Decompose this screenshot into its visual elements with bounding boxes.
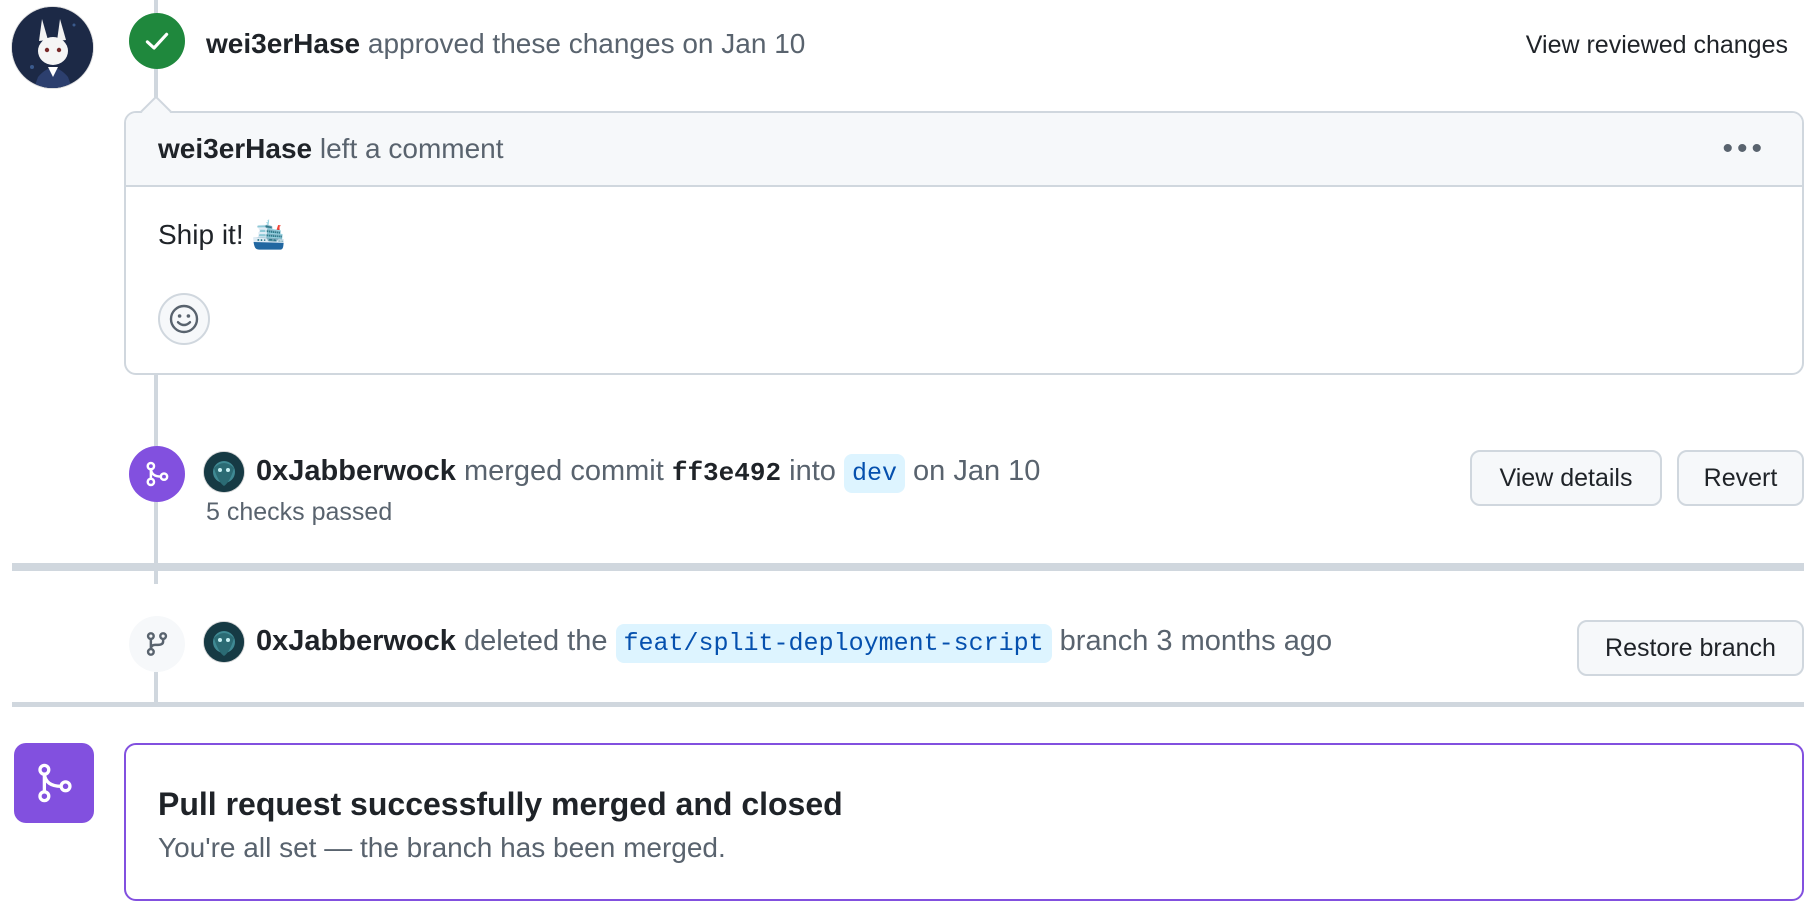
comment-action: left a comment: [319, 133, 504, 164]
merge-summary: 0xJabberwock merged commit ff3e492 into …: [256, 452, 1040, 493]
merge-action: merged commit: [463, 455, 664, 487]
timeline-line-middle: [154, 375, 158, 446]
kebab-icon[interactable]: •••: [1722, 134, 1766, 164]
delete-action: deleted the: [463, 625, 608, 657]
deleted-branch[interactable]: feat/split-deployment-script: [615, 624, 1052, 663]
timeline-line-bottom: [154, 672, 158, 702]
comment-header: wei3erHase left a comment •••: [126, 113, 1802, 187]
view-details-button[interactable]: View details: [1470, 450, 1662, 506]
check-icon: [145, 32, 169, 50]
merger-name[interactable]: 0xJabberwock: [256, 455, 456, 487]
delete-time: branch 3 months ago: [1059, 625, 1333, 657]
section-divider-lower: [12, 702, 1804, 707]
review-summary: wei3erHase approved these changes on Jan…: [206, 26, 805, 62]
target-branch[interactable]: dev: [843, 454, 905, 493]
git-merge-icon: [38, 763, 72, 803]
restore-branch-button[interactable]: Restore branch: [1577, 620, 1804, 676]
view-reviewed-changes-link[interactable]: View reviewed changes: [1526, 28, 1788, 62]
merge-date: on Jan 10: [913, 455, 1041, 487]
reviewer-name[interactable]: wei3erHase: [206, 28, 360, 59]
merged-status-icon: [14, 743, 94, 823]
merged-badge: [129, 446, 185, 502]
revert-button[interactable]: Revert: [1677, 450, 1804, 506]
merged-status-title: Pull request successfully merged and clo…: [158, 786, 843, 822]
comment-body: Ship it! 🛳️: [158, 217, 286, 253]
approved-badge: [129, 13, 185, 69]
merge-into-text: into: [789, 455, 836, 487]
branch-badge: [129, 616, 185, 672]
comment-text: Ship it!: [158, 219, 244, 250]
review-comment: wei3erHase left a comment ••• Ship it! 🛳…: [124, 111, 1804, 375]
timeline-line-top: [154, 0, 158, 13]
git-branch-icon: [146, 632, 168, 656]
ship-emoji: 🛳️: [251, 219, 287, 250]
add-reaction-button[interactable]: [158, 293, 210, 345]
deleter-name[interactable]: 0xJabberwock: [256, 625, 456, 657]
timeline-line-lower: [154, 502, 158, 584]
reviewer-avatar[interactable]: [12, 7, 93, 88]
merged-status-box: Pull request successfully merged and clo…: [124, 743, 1804, 901]
merged-status-subtitle: You're all set — the branch has been mer…: [158, 832, 726, 863]
smiley-icon: [169, 304, 199, 334]
merger-avatar[interactable]: [204, 452, 244, 492]
section-divider: [12, 563, 1804, 571]
checks-status-link[interactable]: 5 checks passed: [206, 496, 392, 528]
commit-sha-link[interactable]: ff3e492: [672, 458, 781, 488]
git-merge-icon: [146, 461, 169, 487]
comment-author[interactable]: wei3erHase: [158, 133, 312, 164]
review-action: approved these changes on Jan 10: [367, 28, 806, 59]
delete-summary: 0xJabberwock deleted the feat/split-depl…: [256, 622, 1332, 663]
deleter-avatar[interactable]: [204, 622, 244, 662]
comment-header-text: wei3erHase left a comment: [158, 132, 504, 166]
